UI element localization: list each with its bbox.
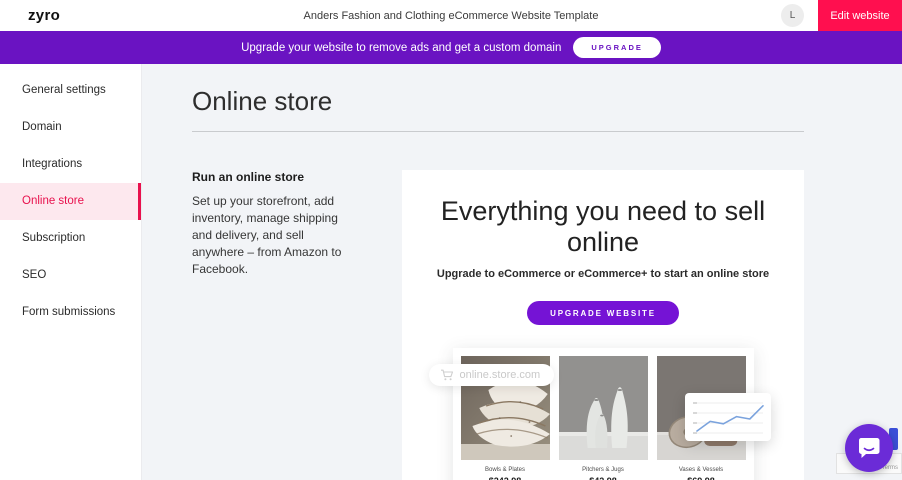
upgrade-website-button[interactable]: UPGRADE WEBSITE — [527, 301, 679, 325]
product-price: $69.98 — [657, 476, 746, 480]
main-content: Online store Run an online store Set up … — [142, 64, 902, 480]
chat-button[interactable] — [845, 424, 893, 472]
product-name: Bowls & Plates — [461, 467, 550, 473]
cart-icon — [440, 369, 454, 381]
intro-body: Set up your storefront, add inventory, m… — [192, 193, 357, 278]
product-name: Pitchers & Jugs — [559, 467, 648, 473]
intro-heading: Run an online store — [192, 170, 357, 184]
product-price: $242.98 — [461, 476, 550, 480]
upsell-subheading: Upgrade to eCommerce or eCommerce+ to st… — [402, 268, 804, 280]
product-name: Vases & Vessels — [657, 467, 746, 473]
upsell-panel: Everything you need to sell online Upgra… — [402, 170, 804, 480]
sidebar-item-general-settings[interactable]: General settings — [0, 72, 141, 109]
section-intro: Run an online store Set up your storefro… — [192, 170, 402, 480]
store-preview: online.store.com — [453, 348, 754, 480]
upgrade-banner: Upgrade your website to remove ads and g… — [0, 31, 902, 64]
account-avatar[interactable]: L — [781, 4, 804, 27]
product-pitchers: Pitchers & Jugs $42.98 — [559, 356, 648, 480]
page-title: Online store — [192, 86, 804, 117]
chat-icon — [855, 434, 883, 462]
upsell-heading: Everything you need to sell online — [402, 196, 804, 258]
online-store-section: Run an online store Set up your storefro… — [192, 170, 804, 480]
store-url-text: online.store.com — [460, 369, 541, 381]
top-bar-actions: L Edit website — [781, 0, 902, 31]
sidebar-item-seo[interactable]: SEO — [0, 257, 141, 294]
banner-text: Upgrade your website to remove ads and g… — [241, 42, 561, 54]
zyro-logo[interactable]: zyro — [0, 7, 60, 24]
title-divider — [192, 131, 804, 132]
banner-upgrade-button[interactable]: UPGRADE — [573, 37, 661, 58]
sidebar-item-online-store[interactable]: Online store — [0, 183, 141, 220]
template-title: Anders Fashion and Clothing eCommerce We… — [0, 10, 902, 22]
store-url-pill[interactable]: online.store.com — [429, 364, 555, 386]
chart-line — [697, 406, 763, 431]
settings-sidebar: General settings Domain Integrations Onl… — [0, 64, 142, 480]
mini-line-chart — [685, 393, 771, 441]
sidebar-item-form-submissions[interactable]: Form submissions — [0, 294, 141, 331]
sidebar-item-subscription[interactable]: Subscription — [0, 220, 141, 257]
sidebar-item-domain[interactable]: Domain — [0, 109, 141, 146]
sidebar-item-integrations[interactable]: Integrations — [0, 146, 141, 183]
settings-shell: General settings Domain Integrations Onl… — [0, 64, 902, 480]
top-bar: zyro Anders Fashion and Clothing eCommer… — [0, 0, 902, 31]
edit-website-button[interactable]: Edit website — [818, 0, 902, 31]
product-price: $42.98 — [559, 476, 648, 480]
pitchers-photo — [559, 356, 648, 460]
